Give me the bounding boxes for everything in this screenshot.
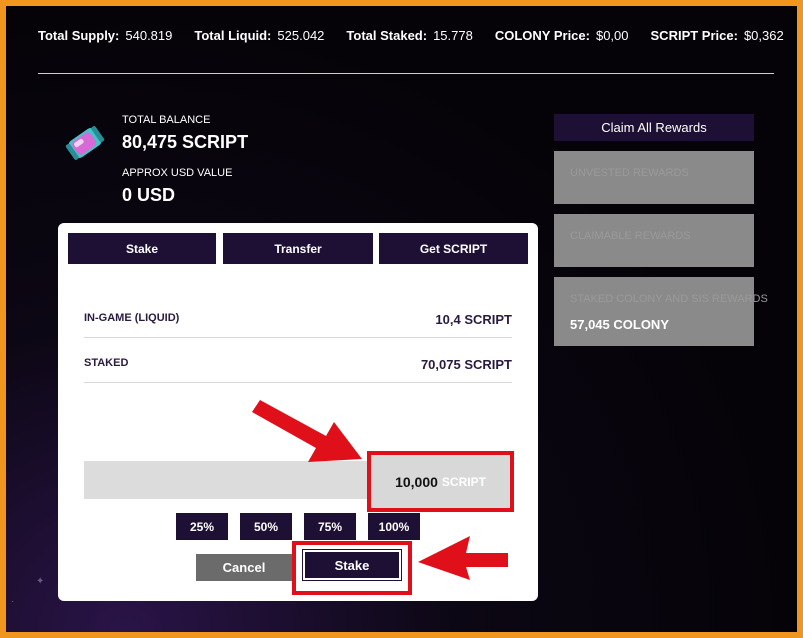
header-divider (38, 73, 774, 74)
staked-label: STAKED (84, 357, 129, 369)
tab-stake[interactable]: Stake (68, 233, 216, 264)
total-balance-label: TOTAL BALANCE (122, 114, 211, 126)
staked-colony-rewards-card: STAKED COLONY AND SIS REWARDS 57,045 COL… (554, 277, 768, 346)
staked-colony-rewards-label: STAKED COLONY AND SIS REWARDS (570, 293, 768, 305)
staked-colony-rewards-value: 57,045 COLONY (570, 317, 669, 332)
stat-total-liquid: Total Liquid: 525.042 (194, 28, 325, 43)
claimable-rewards-card: CLAIMABLE REWARDS (554, 214, 754, 267)
liquid-value: 10,4 SCRIPT (435, 312, 512, 327)
token-stats-bar: Total Supply: 540.819 Total Liquid: 525.04… (38, 28, 784, 43)
amount-unit: SCRIPT (441, 474, 486, 489)
percent-25-button[interactable]: 25% (176, 513, 228, 540)
claimable-rewards-label: CLAIMABLE REWARDS (570, 230, 691, 242)
stat-total-staked: Total Staked: 15.778 (346, 28, 473, 43)
usd-value: 0 USD (122, 185, 176, 205)
row-divider (84, 337, 512, 338)
star-decoration: ✦ (36, 576, 45, 587)
stat-total-supply: Total Supply: 540.819 (38, 28, 173, 43)
liquid-label: IN-GAME (LIQUID) (84, 312, 180, 324)
star-decoration: · (11, 596, 15, 607)
stake-button[interactable]: Stake (302, 549, 402, 581)
claim-all-rewards-button[interactable]: Claim All Rewards (554, 114, 754, 141)
app-background: ✦ · Total Supply: 540.819 Total Liquid: 52… (6, 6, 797, 632)
unvested-rewards-card: UNVESTED REWARDS (554, 151, 754, 204)
staked-value: 70,075 SCRIPT (420, 357, 512, 372)
unvested-rewards-label: UNVESTED REWARDS (570, 167, 689, 179)
stat-colony-price: COLONY Price: $0,00 (494, 28, 629, 43)
amount-input[interactable]: 10,000 SCRIPT (367, 451, 514, 512)
tab-get-script[interactable]: Get SCRIPT (379, 233, 528, 264)
stat-script-price: SCRIPT Price: $0,362 (650, 28, 784, 43)
stake-button-highlight: Stake (292, 541, 412, 595)
percent-100-button[interactable]: 100% (368, 513, 420, 540)
amount-value: 10,000 (395, 473, 438, 490)
percent-75-button[interactable]: 75% (304, 513, 356, 540)
tab-transfer[interactable]: Transfer (223, 233, 373, 264)
stake-panel: Stake Transfer Get SCRIPT IN-GAME (LIQUI… (58, 223, 538, 601)
row-divider (84, 382, 512, 383)
percent-50-button[interactable]: 50% (240, 513, 292, 540)
cancel-button[interactable]: Cancel (196, 554, 292, 581)
usd-value-label: APPROX USD VALUE (122, 167, 233, 179)
script-token-icon (65, 126, 105, 160)
total-balance-value: 80,475 SCRIPT (122, 132, 249, 152)
